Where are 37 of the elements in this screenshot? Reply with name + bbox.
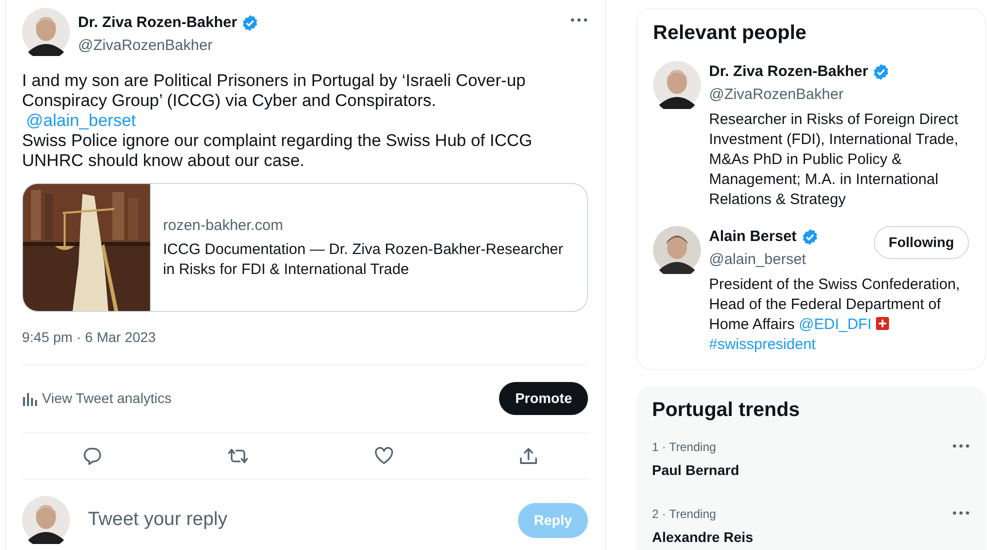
link-title: ICCG Documentation — Dr. Ziva Rozen-Bakher-Researcher in Risks for FDI & International Trade xyxy=(163,240,564,280)
user-bio: Researcher in Risks of Foreign Direct Investment (FDI), International Trade, M&As PhD in Public Policy & Management; M.A. in International Relations & Strategy xyxy=(709,110,960,210)
trend-name[interactable]: Paul Bernard xyxy=(652,460,740,481)
trend-meta: 1 · Trending xyxy=(652,439,718,456)
chart-icon xyxy=(22,390,38,406)
user-name[interactable]: Alain Berset xyxy=(709,226,797,248)
panel-title: Portugal trends xyxy=(652,398,801,422)
avatar[interactable] xyxy=(22,496,70,544)
avatar[interactable] xyxy=(22,8,70,56)
swiss-flag-icon xyxy=(876,317,889,330)
share-icon[interactable] xyxy=(519,446,538,466)
user-name[interactable]: Dr. Ziva Rozen-Bakher xyxy=(709,61,868,84)
avatar[interactable] xyxy=(653,61,701,109)
user-handle[interactable]: @alain_berset xyxy=(709,248,819,271)
retweet-icon[interactable] xyxy=(227,446,249,466)
tweet-text: Swiss Police ignore our complaint regarding the Swiss Hub of ICCG xyxy=(22,131,534,151)
tweet-text: UNHRC should know about our case. xyxy=(22,151,306,171)
following-button[interactable]: Following xyxy=(874,226,969,259)
more-icon[interactable] xyxy=(952,444,970,448)
link-domain: rozen-bakher.com xyxy=(163,216,284,236)
reply-icon[interactable] xyxy=(82,446,102,466)
panel-title: Relevant people xyxy=(653,21,808,45)
timestamp[interactable]: 9:45 pm · 6 Mar 2023 xyxy=(22,329,156,345)
tweet-text: I and my son are Political Prisoners in Portugal by ‘Israeli Cover-up Conspiracy Group’ (ICCG) via Cyber and Conspirators. xyxy=(22,71,527,111)
user-handle[interactable]: @ZivaRozenBakher xyxy=(78,34,570,57)
user-name[interactable]: Dr. Ziva Rozen-Bakher xyxy=(78,12,238,34)
more-icon[interactable] xyxy=(570,18,588,22)
link-card[interactable]: rozen-bakher.com ICCG Documentation — Dr. Ziva Rozen-Bakher-Researcher in Risks for FDI & International Trade xyxy=(22,183,588,312)
analytics-link[interactable]: View Tweet analytics xyxy=(22,388,172,409)
promote-button[interactable]: Promote xyxy=(499,382,588,415)
trend-meta: 2 · Trending xyxy=(652,506,718,523)
user-handle[interactable]: @ZivaRozenBakher xyxy=(709,84,890,106)
more-icon[interactable] xyxy=(952,511,970,515)
user-bio: President of the Swiss Confederation, Head of the Federal Department of Home Affairs @EDI_DFI #swisspresident xyxy=(709,275,961,355)
avatar[interactable] xyxy=(653,226,701,274)
like-icon[interactable] xyxy=(374,447,394,465)
trend-name[interactable]: Alexandre Reis xyxy=(652,527,754,548)
